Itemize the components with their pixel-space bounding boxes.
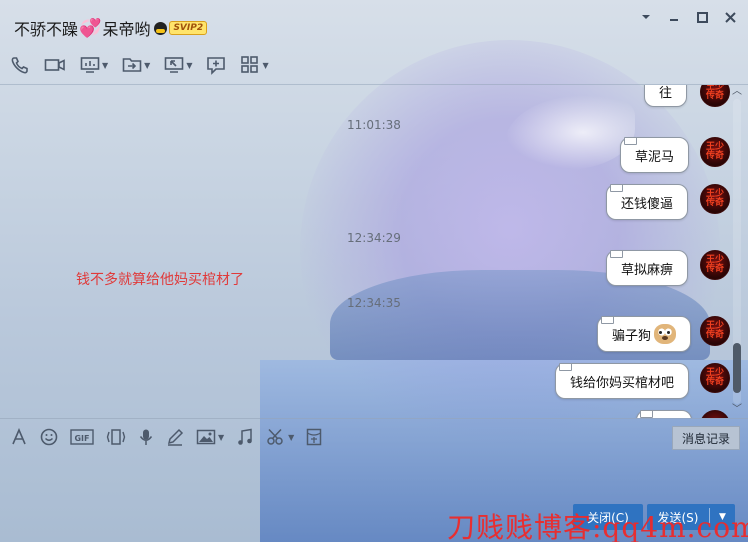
input-divider (0, 418, 748, 419)
avatar[interactable]: 王少 传奇 (700, 316, 730, 346)
gif-icon[interactable]: GIF (70, 428, 94, 446)
contact-name[interactable]: 不骄不躁 💞 呆帝哟 SVIP2 (14, 16, 208, 40)
apps-icon[interactable]: ▼ (240, 55, 269, 75)
font-icon[interactable] (10, 428, 28, 446)
message-input[interactable] (0, 452, 748, 500)
watermark: 刀贱贱博客:qq4m.com (447, 511, 748, 542)
contact-name-part2: 呆帝哟 (102, 20, 151, 39)
screen-share-icon[interactable]: ▼ (80, 55, 108, 75)
avatar[interactable]: 王少 传奇 (700, 363, 730, 393)
scroll-thumb[interactable] (733, 343, 741, 393)
avatar[interactable]: 王少 传奇 (700, 184, 730, 214)
avatar-text: 王少 传奇 (705, 255, 724, 274)
heart-icon: 💞 (79, 17, 102, 39)
incoming-message[interactable]: 钱不多就算给他妈买棺材了 (76, 269, 244, 289)
timestamp: 12:34:35 (347, 296, 401, 310)
scroll-up-icon[interactable]: ︿ (732, 87, 742, 97)
shake-icon[interactable] (106, 428, 126, 446)
remote-desktop-icon[interactable]: ▼ (164, 55, 192, 75)
voice-icon[interactable] (138, 428, 154, 446)
message-bubble[interactable]: 往 (644, 85, 688, 107)
avatar[interactable]: 王少 传奇 (700, 85, 730, 107)
message-history-button[interactable]: 消息记录 (672, 426, 740, 450)
image-icon[interactable]: ▼ (196, 428, 224, 446)
chat-scrollbar[interactable]: ︿ ﹀ (730, 85, 744, 418)
chevron-down-icon[interactable]: ▼ (288, 433, 294, 442)
chevron-down-icon[interactable]: ▼ (186, 61, 192, 70)
message-text: 还钱傻逼 (621, 196, 674, 212)
avatar-text: 王少 传奇 (705, 142, 724, 161)
music-icon[interactable] (236, 428, 254, 446)
dog-emoji-icon (654, 324, 677, 344)
bubble-tab (610, 184, 623, 192)
message-bubble[interactable]: 草拟麻痹 (606, 250, 689, 286)
red-packet-icon[interactable] (306, 428, 322, 446)
minimize-icon[interactable] (662, 6, 686, 28)
screenshot-icon[interactable]: ▼ (266, 428, 294, 446)
message-text: 草泥马 (635, 149, 675, 165)
svg-text:GIF: GIF (74, 434, 89, 443)
bubble-tab (610, 250, 623, 258)
avatar-text: 王少 传奇 (705, 368, 724, 387)
vip-badge[interactable]: SVIP2 (169, 21, 208, 35)
avatar[interactable] (700, 410, 730, 418)
chevron-down-icon[interactable]: ▼ (144, 61, 150, 70)
contact-name-part1: 不骄不躁 (14, 20, 79, 39)
message-text: 草拟麻痹 (621, 262, 674, 278)
chevron-down-icon[interactable] (634, 6, 658, 28)
timestamp: 12:34:29 (347, 231, 401, 245)
avatar-text: 王少 传奇 (705, 321, 724, 340)
video-icon[interactable] (44, 55, 66, 75)
doodle-icon[interactable] (166, 428, 184, 446)
avatar-text: 王少 传奇 (705, 189, 724, 208)
message-text: 往 (659, 85, 673, 101)
bubble-tab (601, 316, 614, 324)
bubble-tab (559, 363, 572, 371)
emoji-icon[interactable] (40, 428, 58, 446)
message-bubble[interactable]: 骗子狗 (597, 316, 692, 352)
message-bubble[interactable]: 还钱傻逼 (606, 184, 689, 220)
avatar[interactable]: 王少 传奇 (700, 250, 730, 280)
chat-toolbar: ▼ ▼ ▼ ▼ (10, 52, 283, 78)
avatar-text: 王少 传奇 (705, 85, 724, 101)
bubble-tab (624, 137, 637, 145)
chevron-down-icon[interactable]: ▼ (262, 61, 268, 70)
close-icon[interactable] (718, 6, 742, 28)
avatar[interactable]: 王少 传奇 (700, 137, 730, 167)
scroll-down-icon[interactable]: ﹀ (732, 405, 742, 415)
message-list[interactable]: 往 王少 传奇 11:01:38 草泥马 王少 传奇 还钱傻逼 王少 传奇 12:34… (0, 85, 748, 418)
whiteboard-icon[interactable] (206, 55, 226, 75)
message-bubble[interactable]: 钱给你妈买棺材吧 (555, 363, 690, 399)
message-text: 钱给你妈买棺材吧 (570, 375, 675, 391)
timestamp: 11:01:38 (347, 118, 401, 132)
chevron-down-icon[interactable]: ▼ (102, 61, 108, 70)
message-bubble[interactable]: 草泥马 (620, 137, 690, 173)
input-toolbar: GIF ▼ ▼ (10, 426, 334, 448)
window-controls (634, 6, 742, 28)
title-bar: 不骄不躁 💞 呆帝哟 SVIP2 (0, 0, 748, 44)
message-bubble[interactable] (636, 410, 692, 418)
message-text: 骗子狗 (612, 328, 652, 344)
bubble-tab (640, 410, 653, 418)
phone-icon[interactable] (10, 55, 30, 75)
file-transfer-icon[interactable]: ▼ (122, 55, 150, 75)
chevron-down-icon[interactable]: ▼ (218, 433, 224, 442)
qq-penguin-icon (154, 21, 168, 35)
maximize-icon[interactable] (690, 6, 714, 28)
